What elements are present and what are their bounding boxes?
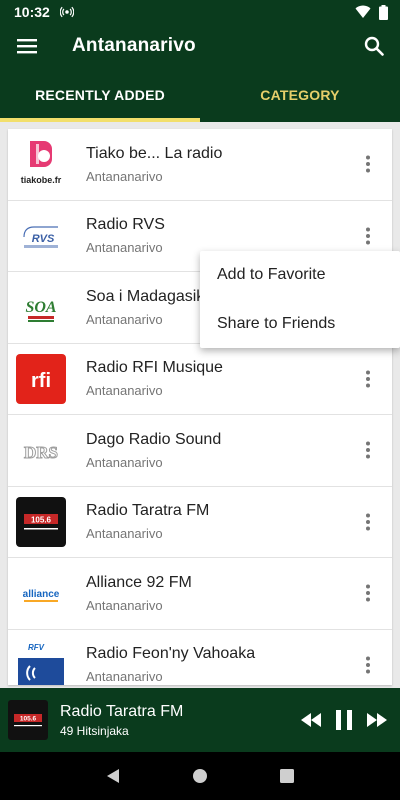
list-item[interactable]: 105.6 Radio Taratra FM Antananarivo [8,487,392,558]
station-name: Radio Feon'ny Vahoaka [86,645,256,663]
station-logo: DRS [16,425,66,476]
station-city: Antananarivo [86,168,163,184]
app-bar: Antananarivo [0,24,400,68]
list-item[interactable]: RFV Radio Feon'ny Vahoaka Antananarivo [8,630,392,685]
svg-text:RVS: RVS [32,233,55,245]
search-button[interactable] [348,24,400,68]
more-options-button[interactable] [358,507,378,537]
station-city: Antananarivo [86,597,163,613]
more-options-button[interactable] [358,149,378,179]
player-title: Radio Taratra FM [60,702,184,720]
fast-forward-icon[interactable] [366,712,388,728]
more-options-button[interactable] [358,650,378,680]
station-city: Antananarivo [86,526,163,542]
list-item[interactable]: tiakobe.fr Tiako be... La radio Antanana… [8,129,392,201]
station-city: Antananarivo [86,669,163,685]
player-subtitle: 49 Hitsinjaka [60,723,129,738]
station-logo: RFV [16,639,66,685]
context-menu: Add to Favorite Share to Friends [200,251,400,348]
more-vert-icon [366,656,370,674]
station-list: tiakobe.fr Tiako be... La radio Antanana… [8,129,392,685]
svg-text:RFV: RFV [28,643,45,652]
more-options-button[interactable] [358,578,378,608]
svg-text:DRS: DRS [24,443,58,462]
tab-label: CATEGORY [260,87,340,103]
player-thumbnail: 105.6 [8,700,48,740]
list-item[interactable]: alliance Alliance 92 FM Antananarivo [8,558,392,630]
station-logo: tiakobe.fr [16,139,66,190]
tab-bar: RECENTLY ADDED CATEGORY [0,68,400,122]
svg-text:rfi: rfi [31,370,51,392]
more-vert-icon [366,155,370,173]
station-name: Tiako be... La radio [86,144,223,162]
svg-text:alliance: alliance [23,589,60,600]
station-logo: rfi [16,353,66,404]
more-options-button[interactable] [358,221,378,251]
more-vert-icon [366,584,370,602]
system-nav-bar [0,752,400,800]
station-name: Dago Radio Sound [86,430,222,448]
mini-player[interactable]: 105.6 Radio Taratra FM 49 Hitsinjaka [0,688,400,752]
share-to-friends-menu-item[interactable]: Share to Friends [200,300,400,349]
page-title: Antananarivo [72,35,196,56]
station-name: Alliance 92 FM [86,573,192,591]
station-city: Antananarivo [86,240,163,256]
tab-recently-added[interactable]: RECENTLY ADDED [0,68,200,122]
search-icon [364,36,384,56]
status-bar: 10:32 [0,0,400,24]
station-name: Radio RVS [86,216,165,234]
station-city: Antananarivo [86,383,163,399]
svg-text:SOA: SOA [25,299,56,316]
svg-text:tiakobe.fr: tiakobe.fr [21,175,62,185]
svg-text:105.6: 105.6 [31,515,52,524]
station-logo: SOA [16,282,66,333]
radio-icon [59,6,74,18]
station-logo: alliance [16,568,66,619]
list-item[interactable]: rfi Radio RFI Musique Antananarivo [8,344,392,415]
more-vert-icon [366,441,370,459]
station-name: Radio Taratra FM [86,502,210,520]
more-options-button[interactable] [358,435,378,465]
back-icon[interactable] [105,768,121,784]
more-vert-icon [366,513,370,531]
station-city: Antananarivo [86,454,163,470]
station-logo: RVS [16,210,66,261]
station-logo: 105.6 [16,496,66,547]
list-item[interactable]: DRS Dago Radio Sound Antananarivo [8,415,392,487]
menu-icon [17,39,37,54]
tab-indicator [0,118,200,122]
status-time: 10:32 [14,4,50,20]
more-vert-icon [366,370,370,388]
recents-icon[interactable] [279,768,295,784]
pause-icon[interactable] [334,709,354,731]
battery-icon [379,4,388,20]
wifi-icon [355,5,371,18]
more-options-button[interactable] [358,364,378,394]
tab-label: RECENTLY ADDED [35,87,165,103]
menu-button[interactable] [0,24,55,68]
rewind-icon[interactable] [300,712,322,728]
svg-text:105.6: 105.6 [20,716,37,723]
more-vert-icon [366,227,370,245]
tab-category[interactable]: CATEGORY [200,68,400,122]
station-name: Radio RFI Musique [86,359,223,377]
home-icon[interactable] [192,768,208,784]
add-to-favorite-menu-item[interactable]: Add to Favorite [200,251,400,300]
